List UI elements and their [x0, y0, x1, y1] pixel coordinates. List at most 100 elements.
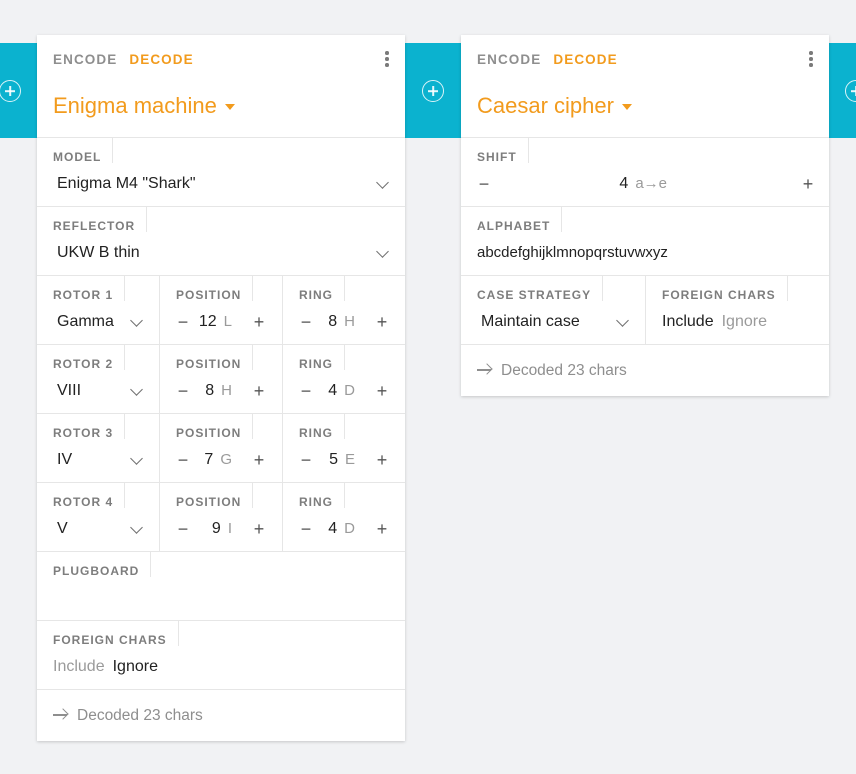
add-operation-icon[interactable] — [422, 80, 444, 102]
decrement-button[interactable]: − — [176, 450, 190, 471]
plugboard-label: PLUGBOARD — [53, 552, 152, 578]
decrement-button[interactable]: − — [299, 381, 313, 402]
caesar-card: ENCODE DECODE Caesar cipher SHIFT − 4 a→e… — [461, 35, 829, 396]
reflector-label: REFLECTOR — [53, 207, 148, 233]
tab-decode[interactable]: DECODE — [129, 52, 193, 67]
rotor-select[interactable]: ROTOR 2 VIII — [37, 345, 159, 413]
ring-number: 8 — [328, 313, 338, 330]
more-menu-icon[interactable] — [809, 51, 813, 67]
increment-button[interactable]: + — [252, 519, 266, 540]
rotor-label: ROTOR 1 — [53, 276, 126, 302]
increment-button[interactable]: + — [375, 450, 389, 471]
decrement-button[interactable]: − — [299, 450, 313, 471]
foreign-chars-label: FOREIGN CHARS — [53, 621, 179, 647]
arrow-right-icon — [477, 363, 493, 377]
decrement-button[interactable]: − — [176, 381, 190, 402]
position-letter: I — [227, 520, 232, 537]
cipher-selector[interactable]: Caesar cipher — [477, 93, 632, 119]
ring-number: 4 — [328, 520, 338, 537]
decrement-button[interactable]: − — [176, 519, 190, 540]
increment-button[interactable]: + — [375, 519, 389, 540]
rotor-row: ROTOR 3 IV POSITION − 7G + RING − 5E + — [37, 414, 405, 483]
rotor-label: ROTOR 2 — [53, 345, 126, 371]
increment-button[interactable]: + — [801, 174, 815, 195]
rotor-row: ROTOR 1 Gamma POSITION − 12 L + RING − 8H… — [37, 276, 405, 345]
chevron-down-icon — [376, 176, 389, 189]
rotor-select[interactable]: ROTOR 4 V — [37, 483, 159, 551]
arrow-right-icon — [53, 708, 69, 722]
mode-tabs: ENCODE DECODE — [53, 52, 194, 67]
options-row: CASE STRATEGY Maintain case FOREIGN CHAR… — [461, 276, 829, 345]
decrement-button[interactable]: − — [176, 312, 190, 333]
shift-label: SHIFT — [477, 138, 529, 164]
position-label: POSITION — [176, 414, 254, 440]
increment-button[interactable]: + — [252, 381, 266, 402]
rotor-value: VIII — [57, 382, 82, 399]
ring-number: 4 — [328, 382, 338, 399]
cipher-title: Enigma machine — [53, 93, 217, 118]
rotor-value: Gamma — [57, 313, 114, 330]
position-number: 12 — [198, 313, 217, 330]
model-select[interactable]: MODEL Enigma M4 "Shark" — [37, 138, 405, 206]
shift-number: 4 — [619, 175, 629, 192]
rotor-select[interactable]: ROTOR 3 IV — [37, 414, 159, 482]
position-letter: G — [220, 451, 232, 468]
ring-stepper: RING − 5E + — [282, 414, 405, 482]
decrement-button[interactable]: − — [299, 312, 313, 333]
rotor-value: IV — [57, 451, 73, 468]
card-header: ENCODE DECODE Enigma machine — [37, 35, 405, 138]
model-label: MODEL — [53, 138, 114, 164]
rotor-row: ROTOR 4 V POSITION − 9I + RING − 4D + — [37, 483, 405, 552]
add-operation-icon[interactable] — [0, 80, 21, 102]
position-letter: L — [223, 313, 232, 330]
rotor-value: V — [57, 520, 68, 537]
reflector-select[interactable]: REFLECTOR UKW B thin — [37, 207, 405, 275]
increment-button[interactable]: + — [375, 381, 389, 402]
ring-letter: E — [344, 451, 355, 468]
ring-letter: D — [344, 382, 355, 399]
include-option[interactable]: Include — [662, 313, 714, 331]
alphabet-value: abcdefghijklmnopqrstuvwxyz — [477, 244, 668, 261]
ring-stepper: RING − 4D + — [282, 345, 405, 413]
rotor-select[interactable]: ROTOR 1 Gamma — [37, 276, 159, 344]
cipher-selector[interactable]: Enigma machine — [53, 93, 235, 119]
case-strategy-value: Maintain case — [481, 313, 580, 330]
ring-label: RING — [299, 483, 345, 509]
foreign-chars-toggle: FOREIGN CHARS Include Ignore — [37, 621, 405, 689]
decrement-button[interactable]: − — [299, 519, 313, 540]
position-number: 9 — [211, 520, 221, 537]
position-number: 8 — [205, 382, 215, 399]
status-text: Decoded 23 chars — [501, 362, 627, 379]
position-stepper: POSITION − 9I + — [159, 483, 282, 551]
status-footer: Decoded 23 chars — [37, 690, 405, 740]
decrement-button[interactable]: − — [477, 174, 491, 195]
position-stepper: POSITION − 7G + — [159, 414, 282, 482]
increment-button[interactable]: + — [375, 312, 389, 333]
alphabet-field[interactable]: ALPHABET abcdefghijklmnopqrstuvwxyz — [461, 207, 829, 275]
plugboard-field[interactable]: PLUGBOARD — [37, 552, 405, 620]
ring-label: RING — [299, 345, 345, 371]
ignore-option[interactable]: Ignore — [722, 313, 767, 331]
ignore-option[interactable]: Ignore — [113, 658, 158, 676]
enigma-card: ENCODE DECODE Enigma machine MODEL Enigm… — [37, 35, 405, 741]
position-number: 7 — [204, 451, 214, 468]
increment-button[interactable]: + — [252, 312, 266, 333]
more-menu-icon[interactable] — [385, 51, 389, 67]
ring-label: RING — [299, 276, 345, 302]
cipher-title: Caesar cipher — [477, 93, 614, 118]
include-option[interactable]: Include — [53, 658, 105, 676]
status-text: Decoded 23 chars — [77, 707, 203, 724]
tab-encode[interactable]: ENCODE — [53, 52, 117, 67]
tab-encode[interactable]: ENCODE — [477, 52, 541, 67]
ring-number: 5 — [329, 451, 338, 468]
ring-stepper: RING − 8H + — [282, 276, 405, 344]
tab-decode[interactable]: DECODE — [553, 52, 617, 67]
chevron-down-icon — [130, 383, 143, 396]
increment-button[interactable]: + — [252, 450, 266, 471]
case-strategy-select[interactable]: CASE STRATEGY Maintain case — [461, 276, 645, 344]
mode-tabs: ENCODE DECODE — [477, 52, 618, 67]
model-value: Enigma M4 "Shark" — [57, 175, 196, 192]
foreign-chars-toggle: FOREIGN CHARS Include Ignore — [645, 276, 829, 344]
status-footer: Decoded 23 chars — [461, 345, 829, 395]
ring-letter: D — [344, 520, 355, 537]
